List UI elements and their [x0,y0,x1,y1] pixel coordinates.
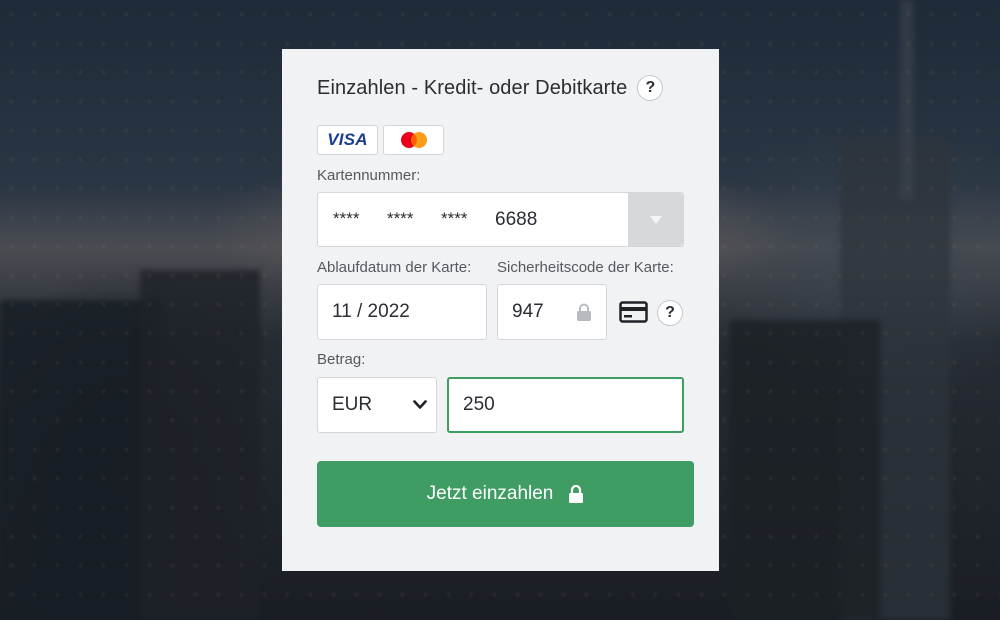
credit-card-icon [619,301,648,323]
mastercard-badge [383,125,444,155]
card-last-digits: 6688 [495,209,538,230]
expiry-value: 11 / 2022 [332,301,410,322]
card-number-select[interactable]: **** **** **** 6688 [317,192,684,247]
card-number-label: Kartennummer: [317,167,421,184]
title-help-icon[interactable]: ? [637,75,664,101]
visa-logo-text: VISA [327,130,368,149]
expiry-input[interactable]: 11 / 2022 [317,284,487,340]
chevron-down-icon [413,400,427,409]
cvv-help-icon[interactable]: ? [657,300,683,326]
deposit-submit-button[interactable]: Jetzt einzahlen [317,461,694,527]
card-mask-2: **** [387,209,414,228]
amount-input[interactable]: 250 [447,377,684,433]
form-title: Einzahlen - Kredit- oder Debitkarte [317,76,628,99]
deposit-card-form: Einzahlen - Kredit- oder Debitkarte ? VI… [282,49,719,571]
amount-label: Betrag: [317,351,366,368]
card-mask-3: **** [441,209,468,228]
currency-value: EUR [332,394,373,415]
lock-icon [577,303,591,321]
triangle-down-icon [649,215,662,224]
card-mask-1: **** [333,209,360,228]
visa-badge: VISA [317,125,378,155]
mastercard-icon [400,132,427,148]
cvv-input[interactable]: 947 [497,284,607,340]
cvv-value: 947 [512,301,544,322]
currency-select[interactable]: EUR [317,377,437,433]
title-row: Einzahlen - Kredit- oder Debitkarte ? [317,75,664,101]
amount-value: 250 [463,394,495,415]
card-dropdown-toggle[interactable] [628,193,683,246]
submit-label: Jetzt einzahlen [426,483,554,504]
expiry-label: Ablaufdatum der Karte: [317,259,472,276]
cvv-label: Sicherheitscode der Karte: [497,259,674,276]
lock-icon [569,484,584,503]
